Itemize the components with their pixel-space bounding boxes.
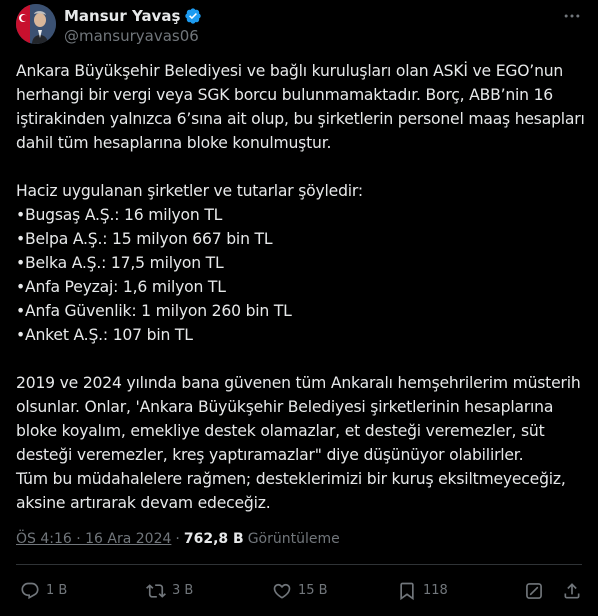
tweet-meta: ÖS 4:16 · 16 Ara 2024 · 762,8 B Görüntül… — [16, 529, 340, 549]
heart-icon — [272, 581, 292, 601]
view-count: 762,8 B — [183, 531, 244, 547]
reply-count: 1 B — [46, 583, 68, 598]
bookmark-icon — [397, 581, 417, 601]
view-count-label: Görüntüleme — [247, 531, 340, 547]
bookmark-count: 118 — [423, 583, 448, 598]
reply-bubble-icon — [20, 581, 40, 601]
grok-slash-icon — [524, 581, 544, 601]
reply-button[interactable]: 1 B — [20, 578, 67, 604]
share-button[interactable] — [562, 578, 582, 604]
verified-badge-icon[interactable] — [184, 7, 202, 25]
divider — [16, 564, 582, 565]
user-handle[interactable]: @mansuryavas06 — [64, 26, 199, 46]
more-options-icon[interactable] — [562, 6, 582, 26]
tweet-timestamp[interactable]: ÖS 4:16 · 16 Ara 2024 — [16, 529, 171, 549]
display-name[interactable]: Mansur Yavaş — [64, 6, 180, 26]
share-upload-icon — [562, 581, 582, 601]
name-row: Mansur Yavaş — [64, 6, 202, 26]
like-button[interactable]: 15 B — [272, 578, 328, 604]
tweet-card: Mansur Yavaş @mansuryavas06 Ankara Büyük… — [0, 0, 598, 616]
meta-separator: · — [175, 531, 180, 547]
repost-arrows-icon — [146, 581, 166, 601]
tweet-header: Mansur Yavaş @mansuryavas06 — [16, 4, 582, 48]
grok-button[interactable] — [524, 578, 544, 604]
bookmark-button[interactable]: 118 — [397, 578, 448, 604]
like-count: 15 B — [298, 583, 328, 598]
tweet-text: Ankara Büyükşehir Belediyesi ve bağlı ku… — [16, 62, 585, 512]
action-bar: 1 B 3 B 15 B 118 — [16, 578, 582, 604]
repost-button[interactable]: 3 B — [146, 578, 193, 604]
repost-count: 3 B — [172, 583, 194, 598]
avatar[interactable] — [16, 4, 56, 44]
